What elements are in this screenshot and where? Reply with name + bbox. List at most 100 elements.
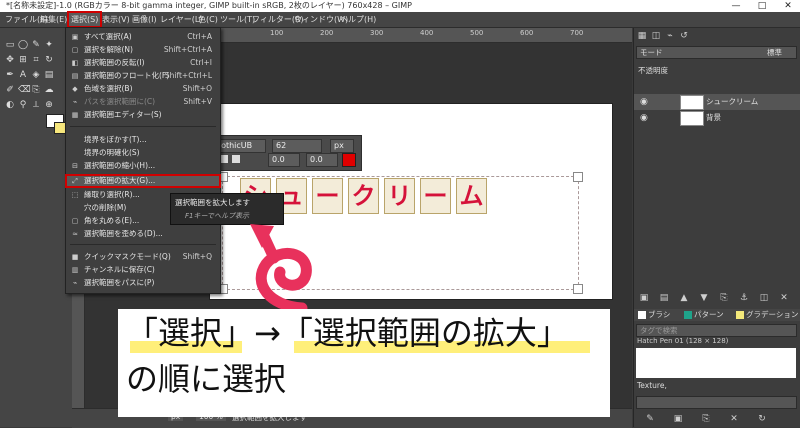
tag-filter-input[interactable]: タグで検索 [636, 324, 797, 337]
bucket-fill-icon[interactable]: ◈ [31, 70, 41, 80]
bold-icon[interactable] [220, 155, 228, 163]
new-brush-icon[interactable]: ▣ [672, 413, 684, 425]
delete-brush-icon[interactable]: ✕ [728, 413, 740, 425]
menu-item-quickmask[interactable]: ■ クイックマスクモード(Q) Shift+Q [66, 251, 220, 263]
zoom-tool-icon[interactable]: ⊕ [44, 100, 54, 110]
canvas-char: ム [456, 178, 487, 214]
eye-icon[interactable]: ◉ [640, 97, 648, 107]
menu-item-distort[interactable]: ≈ 選択範囲を歪める(D)... [66, 228, 220, 240]
color-picker-icon[interactable]: ⚲ [18, 100, 28, 110]
tab-icon[interactable]: ⌁ [664, 30, 676, 42]
raise-layer-icon[interactable]: ▲ [678, 292, 690, 304]
tab-icon[interactable]: ▦ [636, 30, 648, 42]
ruler-mark: 500 [470, 29, 484, 37]
anchor-icon[interactable]: ⚓ [738, 292, 750, 304]
mode-value: 標準 [767, 48, 782, 57]
edit-brush-icon[interactable]: ✎ [644, 413, 656, 425]
toolbox: ▭ ◯ ✎ ✦ ✥ ⊞ ⌗ ↻ ✒ A ◈ ▤ ✐ ⌫ ⎘ ☁ ◐ ⚲ ⟂ ⊕ [0, 28, 73, 427]
eye-icon[interactable]: ◉ [640, 113, 648, 123]
brush-tabs: ブラシ パターン グラデーション [634, 309, 800, 321]
close-button[interactable]: ✕ [780, 0, 796, 12]
menu-item-to-path[interactable]: ⌁ 選択範囲をパスに(P) [66, 277, 220, 289]
new-group-icon[interactable]: ▤ [658, 292, 670, 304]
tab-patterns[interactable]: パターン [684, 309, 724, 320]
layer-row[interactable]: ◉ 背景 [634, 110, 800, 126]
canvas-char: リ [384, 178, 415, 214]
delete-layer-icon[interactable]: ✕ [778, 292, 790, 304]
layer-row[interactable]: ◉ シュークリーム [634, 94, 800, 110]
menu-item-sharpen[interactable]: 境界の明確化(S) [66, 147, 220, 159]
paintbrush-icon[interactable]: ✐ [5, 85, 15, 95]
menu-item-shrink[interactable]: ⊟ 選択範囲の縮小(H)... [66, 160, 220, 172]
resize-handle[interactable] [573, 172, 583, 182]
title-bar: *[名称未設定]-1.0 (RGBカラー 8-bit gamma integer… [0, 0, 800, 12]
text-tool-icon[interactable]: A [18, 70, 28, 80]
tab-icon[interactable]: ◫ [650, 30, 662, 42]
brush-swatch [638, 311, 646, 319]
maximize-button[interactable]: □ [754, 0, 770, 12]
italic-icon[interactable] [232, 155, 240, 163]
tab-icon[interactable]: ↺ [678, 30, 690, 42]
brush-tags: Texture, [637, 381, 667, 390]
round-icon: ▢ [71, 217, 79, 225]
tab-brushes[interactable]: ブラシ [638, 309, 670, 320]
resize-handle[interactable] [573, 284, 583, 294]
lower-layer-icon[interactable]: ▼ [698, 292, 710, 304]
pattern-swatch [684, 311, 692, 319]
brush-spacing-field[interactable] [636, 396, 797, 409]
menu-item-feather[interactable]: 境界をぼかす(T)... [66, 134, 220, 146]
menu-item-save-channel[interactable]: ▥ チャンネルに保存(C) [66, 264, 220, 276]
ruler-mark: 400 [420, 29, 434, 37]
fuzzy-select-icon[interactable]: ✦ [44, 40, 54, 50]
smudge-tool-icon[interactable]: ☁ [44, 85, 54, 95]
caption-line-1: 「選択」→「選択範囲の拡大」 [126, 314, 569, 352]
free-select-icon[interactable]: ✎ [31, 40, 41, 50]
menu-help[interactable]: ヘルプ(H) [338, 13, 378, 26]
menu-item-float[interactable]: ▤ 選択範囲のフロート化(F) Shift+Ctrl+L [66, 70, 220, 82]
layer-thumbnail [680, 95, 704, 110]
eraser-icon[interactable]: ⌫ [18, 85, 31, 95]
offset-field[interactable]: 0.0 [268, 153, 300, 167]
menu-item-select-all[interactable]: ▣ すべて選択(A) Ctrl+A [66, 31, 220, 43]
menu-view[interactable]: 表示(V) [100, 13, 132, 26]
distort-icon: ≈ [72, 230, 78, 238]
refresh-brush-icon[interactable]: ↻ [756, 413, 768, 425]
ruler-mark: 200 [320, 29, 334, 37]
duplicate-brush-icon[interactable]: ⎘ [700, 413, 712, 425]
dodge-tool-icon[interactable]: ◐ [5, 100, 15, 110]
gradient-tool-icon[interactable]: ▤ [44, 70, 54, 80]
move-tool-icon[interactable]: ✥ [5, 55, 15, 65]
layer-name: シュークリーム [706, 97, 759, 106]
path-icon: ⌁ [72, 98, 78, 106]
minimize-button[interactable]: — [728, 0, 744, 12]
menu-color[interactable]: 色(C) [196, 13, 220, 26]
menu-item-by-color[interactable]: ◆ 色域を選択(B) Shift+O [66, 83, 220, 95]
measure-tool-icon[interactable]: ⟂ [31, 100, 41, 110]
rect-select-icon[interactable]: ▭ [5, 40, 15, 50]
text-color-swatch[interactable] [342, 153, 356, 167]
rotate-tool-icon[interactable]: ↻ [44, 55, 54, 65]
mode-select[interactable]: モード 標準 [636, 46, 797, 59]
menu-edit[interactable]: 編集(E) [38, 13, 69, 26]
menu-image[interactable]: 画像(I) [130, 13, 159, 26]
menu-item-editor[interactable]: ▦ 選択範囲エディター(S) [66, 109, 220, 121]
align-tool-icon[interactable]: ⊞ [18, 55, 28, 65]
gradient-swatch [736, 311, 744, 319]
brush-grid[interactable] [636, 348, 796, 378]
crop-tool-icon[interactable]: ⌗ [31, 55, 41, 65]
tab-gradients[interactable]: グラデーション [736, 309, 798, 320]
unit-select[interactable]: px [330, 139, 354, 153]
menu-item-invert[interactable]: ◧ 選択範囲の反転(I) Ctrl+I [66, 57, 220, 69]
paths-tool-icon[interactable]: ✒ [5, 70, 15, 80]
menu-item-select-none[interactable]: ▢ 選択を解除(N) Shift+Ctrl+A [66, 44, 220, 56]
canvas-char: ク [348, 178, 379, 214]
new-layer-icon[interactable]: ▣ [638, 292, 650, 304]
font-size-field[interactable]: 62 [272, 139, 322, 153]
menu-select[interactable]: 選択(S) [66, 11, 103, 28]
menu-item-grow[interactable]: ⤢ 選択範囲の拡大(G)... [65, 174, 221, 188]
duplicate-layer-icon[interactable]: ⎘ [718, 292, 730, 304]
ellipse-select-icon[interactable]: ◯ [18, 40, 28, 50]
offset-field[interactable]: 0.0 [306, 153, 338, 167]
clone-tool-icon[interactable]: ⎘ [31, 85, 41, 95]
mask-icon[interactable]: ◫ [758, 292, 770, 304]
